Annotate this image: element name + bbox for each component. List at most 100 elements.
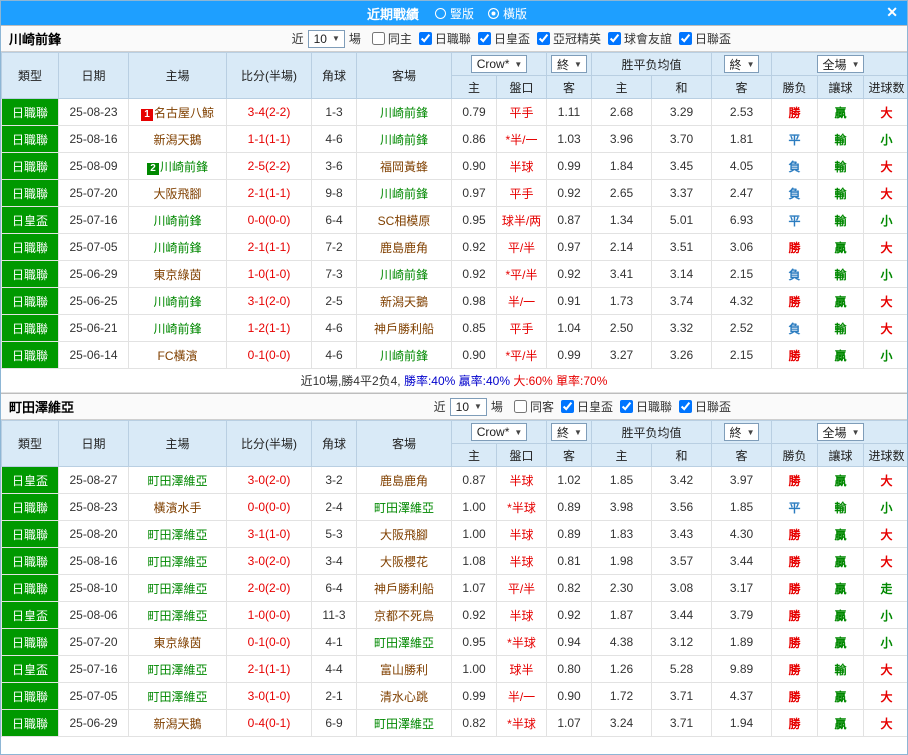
team-name-link[interactable]: 鹿島鹿角 [380,474,428,488]
filter-checkbox[interactable]: 日職聯 [418,30,471,47]
team-name-link[interactable]: 富山勝利 [380,663,428,677]
team-name-link[interactable]: 鹿島鹿角 [380,241,428,255]
result-cell: 勝 [771,628,819,656]
filter-checkbox[interactable]: 日皇盃 [560,398,613,415]
final-avg-select[interactable]: 終 ▼ [723,423,760,441]
team-name-link[interactable]: 大阪飛腳 [380,528,428,542]
goals-result-cell: 小 [863,601,907,629]
team-name-link[interactable]: 川崎前鋒 [380,268,428,282]
filter-checkbox[interactable]: 球會友誼 [607,30,672,47]
filter-checkbox[interactable]: 日職聯 [619,398,672,415]
radio-vertical-layout[interactable]: 豎版 [434,5,474,22]
avg-home-cell: 3.96 [591,125,652,153]
team-name-link[interactable]: 大阪櫻花 [380,555,428,569]
team-name-link[interactable]: 東京綠茵 [153,268,201,282]
filter-checkbox[interactable]: 亞冠精英 [536,30,601,47]
team-name-link[interactable]: 福岡黃蜂 [380,160,428,174]
team-name-link[interactable]: 川崎前鋒 [153,241,201,255]
checkbox-input[interactable] [418,31,432,45]
result-cell: 負 [771,179,819,207]
handicap-result-cell: 贏 [817,574,865,602]
filter-checkbox[interactable]: 日聯盃 [678,30,731,47]
close-icon[interactable]: ✕ [886,4,898,21]
team-name-link[interactable]: 川崎前鋒 [153,322,201,336]
team-name-link[interactable]: 町田澤維亞 [147,663,207,677]
team-name-link[interactable]: 川崎前鋒 [380,187,428,201]
team-name-link[interactable]: 川崎前鋒 [380,349,428,363]
team-name-link[interactable]: 川崎前鋒 [380,133,428,147]
team-name-link[interactable]: 町田澤維亞 [147,609,207,623]
checkbox-input[interactable] [536,31,550,45]
avg-draw-cell: 3.71 [650,682,713,710]
team-name-link[interactable]: 清水心跳 [380,690,428,704]
filter-checkbox[interactable]: 日聯盃 [678,398,731,415]
near-count-select[interactable]: 10 ▼ [307,29,345,48]
checkbox-input[interactable] [678,31,692,45]
home-team-cell: 東京綠茵 [128,260,227,288]
corner-cell: 3-6 [311,152,357,180]
col-away: 客場 [356,420,452,467]
final-odds-header: 終 ▼ [546,420,592,444]
home-odds-cell: 0.97 [451,179,497,207]
checkbox-input[interactable] [513,399,527,413]
full-match-select[interactable]: 全場 ▼ [816,423,865,441]
team-name-link[interactable]: 町田澤維亞 [147,474,207,488]
checkbox-input[interactable] [607,31,621,45]
team-name-link[interactable]: 橫濱水手 [153,501,201,515]
date-cell: 25-06-14 [58,341,129,369]
team-name-link[interactable]: 川崎前鋒 [153,295,201,309]
final-avg-select[interactable]: 終 ▼ [723,55,760,73]
col-home: 主場 [128,52,227,99]
team-name-link[interactable]: 京都不死鳥 [374,609,434,623]
team-name-link[interactable]: 川崎前鋒 [380,106,428,120]
avg-draw-cell: 3.71 [650,709,713,737]
team-name-link[interactable]: 町田澤維亞 [147,528,207,542]
goals-result-cell: 小 [863,206,907,234]
avg-home-cell: 3.41 [591,260,652,288]
team-name-link[interactable]: 大阪飛腳 [153,187,201,201]
team-name-link[interactable]: 町田澤維亞 [147,690,207,704]
checkbox-input[interactable] [477,31,491,45]
team-name-link[interactable]: 町田澤維亞 [147,555,207,569]
subcol-goals: 进球数 [863,75,907,99]
odds-company-select[interactable]: Crow* ▼ [470,423,528,441]
team-name-link[interactable]: 町田澤維亞 [374,717,434,731]
checkbox-input[interactable] [678,399,692,413]
team-name-link[interactable]: FC橫濱 [158,349,198,363]
team-name-link[interactable]: SC相模原 [378,214,431,228]
league-cell: 日職聯 [1,709,59,737]
final-odds-select[interactable]: 終 ▼ [551,423,587,441]
team-name-link[interactable]: 名古屋八鯨 [154,106,214,120]
team-name-link[interactable]: 新潟天鵝 [153,717,201,731]
near-label: 近 [291,32,304,46]
league-cell: 日職聯 [1,341,59,369]
team-name-link[interactable]: 神戶勝利船 [374,322,434,336]
team-name-link[interactable]: 川崎前鋒 [160,160,208,174]
team-name-link[interactable]: 新潟天鵝 [153,133,201,147]
team-name-link[interactable]: 神戶勝利船 [374,582,434,596]
radio-horizontal-layout[interactable]: 橫版 [488,5,527,22]
team-name-link[interactable]: 東京綠茵 [153,636,201,650]
filter-checkbox[interactable]: 日皇盃 [477,30,530,47]
matches-table: 類型 日期 主場 比分(半場) 角球 客場 Crow* ▼ 終 ▼ 胜平负均值 … [1,420,907,737]
filter-checkbox[interactable]: 同客 [513,398,554,415]
final-odds-select[interactable]: 終 ▼ [551,55,587,73]
avg-home-cell: 3.27 [591,341,652,369]
avg-draw-cell: 3.51 [650,233,713,261]
away-odds-cell: 0.91 [546,287,592,315]
team-name-link[interactable]: 町田澤維亞 [147,582,207,596]
team-name-link[interactable]: 新潟天鵝 [380,295,428,309]
checkbox-input[interactable] [371,31,385,45]
team-name-link[interactable]: 川崎前鋒 [153,214,201,228]
team-name-link[interactable]: 町田澤維亞 [374,501,434,515]
corner-cell: 4-6 [311,314,357,342]
section-team-name: 町田澤維亞 [9,400,75,415]
team-name-link[interactable]: 町田澤維亞 [374,636,434,650]
near-count-select[interactable]: 10 ▼ [449,397,487,416]
odds-company-select[interactable]: Crow* ▼ [470,55,528,73]
full-match-select[interactable]: 全場 ▼ [816,55,865,73]
filter-checkbox[interactable]: 同主 [371,30,412,47]
checkbox-input[interactable] [560,399,574,413]
checkbox-input[interactable] [619,399,633,413]
league-cell: 日職聯 [1,547,59,575]
